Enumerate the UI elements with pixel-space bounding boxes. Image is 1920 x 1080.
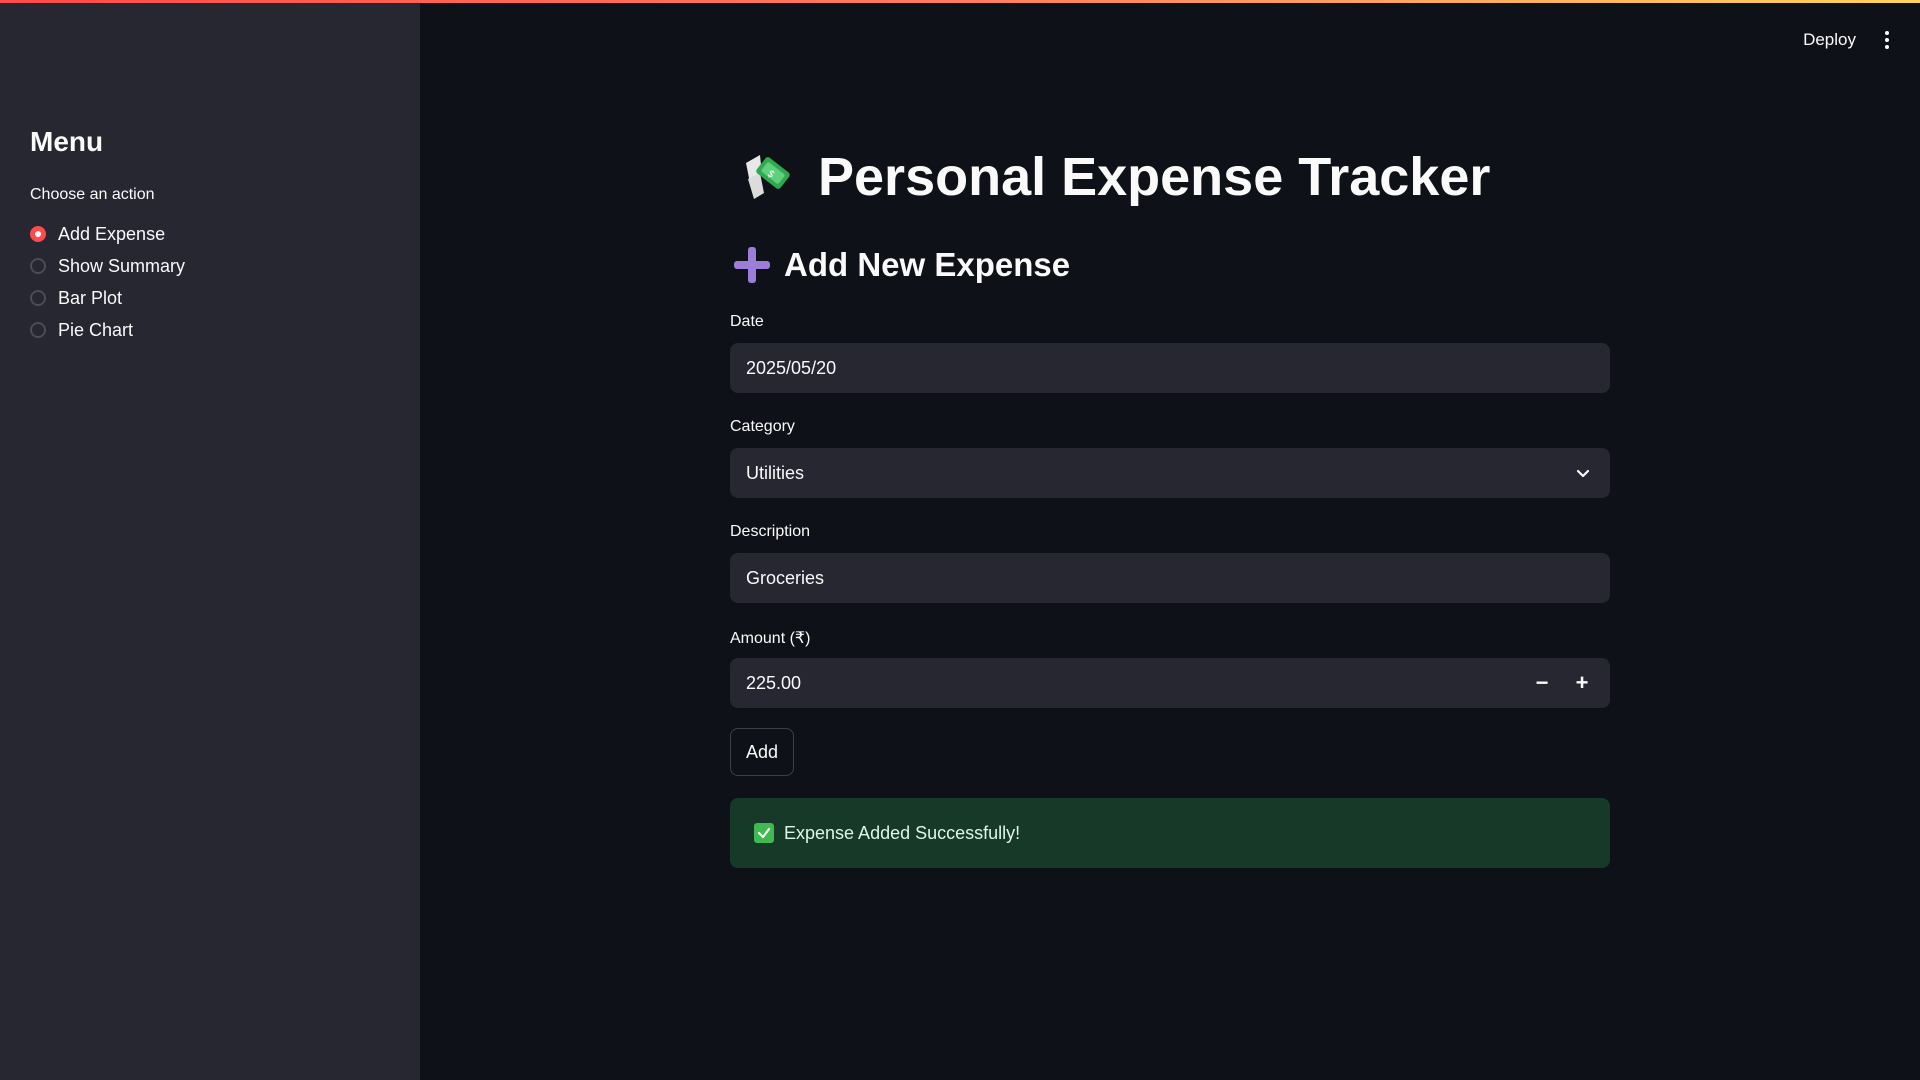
category-label: Category xyxy=(730,418,795,435)
radio-option-label: Bar Plot xyxy=(58,287,123,308)
description-label: Description xyxy=(730,523,811,540)
radio-button-icon xyxy=(30,226,46,242)
amount-input[interactable]: 225.00 − + xyxy=(730,658,1610,708)
date-label: Date xyxy=(730,313,764,330)
sidebar-title: Menu xyxy=(30,126,104,157)
top-decoration-bar xyxy=(0,0,1920,3)
increment-button[interactable]: + xyxy=(1562,658,1602,708)
category-select[interactable]: Utilities xyxy=(730,448,1610,498)
add-button[interactable]: Add xyxy=(730,728,794,776)
radio-option-label: Pie Chart xyxy=(58,319,134,340)
chevron-down-icon xyxy=(1576,469,1590,478)
section-heading-text: Add New Expense xyxy=(784,246,1071,283)
radio-option-pie-chart[interactable]: Pie Chart xyxy=(30,314,185,346)
sidebar: Menu Choose an action Add Expense Show S… xyxy=(0,0,420,1080)
date-input[interactable]: 2025/05/20 xyxy=(730,343,1610,393)
money-with-wings-icon: $ xyxy=(746,155,790,199)
success-message: Expense Added Successfully! xyxy=(784,822,1021,843)
page-title: $ Personal Expense Tracker xyxy=(740,146,1490,208)
header-toolbar: Deploy xyxy=(1803,30,1890,50)
action-radio-group: Add Expense Show Summary Bar Plot Pie Ch… xyxy=(30,218,185,346)
amount-label: Amount (₹) xyxy=(730,630,811,647)
app-title-text: Personal Expense Tracker xyxy=(818,147,1491,207)
amount-value: 225.00 xyxy=(746,672,802,693)
plus-icon xyxy=(734,247,770,283)
date-value: 2025/05/20 xyxy=(746,357,837,378)
radio-option-show-summary[interactable]: Show Summary xyxy=(30,250,185,282)
radio-button-icon xyxy=(30,322,46,338)
radio-option-label: Add Expense xyxy=(58,223,166,244)
radio-button-icon xyxy=(30,290,46,306)
radio-button-icon xyxy=(30,258,46,274)
amount-stepper: − + xyxy=(1522,658,1602,708)
radio-option-label: Show Summary xyxy=(58,255,186,276)
description-value: Groceries xyxy=(746,567,825,588)
success-alert: Expense Added Successfully! xyxy=(730,798,1610,868)
more-options-icon[interactable] xyxy=(1884,31,1890,49)
description-input[interactable]: Groceries xyxy=(730,553,1610,603)
deploy-button[interactable]: Deploy xyxy=(1803,30,1856,50)
radio-option-add-expense[interactable]: Add Expense xyxy=(30,218,185,250)
check-mark-icon xyxy=(754,823,774,843)
section-heading: Add New Expense xyxy=(734,246,1070,284)
action-radio-label: Choose an action xyxy=(30,186,155,203)
decrement-button[interactable]: − xyxy=(1522,658,1562,708)
category-value: Utilities xyxy=(746,462,805,483)
radio-option-bar-plot[interactable]: Bar Plot xyxy=(30,282,185,314)
